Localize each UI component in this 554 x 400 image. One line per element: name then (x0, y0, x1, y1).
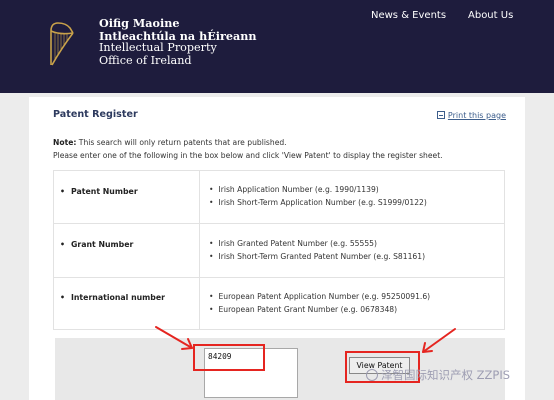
wechat-logo-icon (366, 369, 378, 381)
arrow-to-button (422, 328, 456, 353)
arrow-to-input (155, 326, 193, 349)
annotation-arrows (155, 326, 456, 353)
watermark-text: 泽智国际知识产权 ZZPIS (381, 368, 511, 382)
watermark: 泽智国际知识产权 ZZPIS (366, 367, 510, 383)
